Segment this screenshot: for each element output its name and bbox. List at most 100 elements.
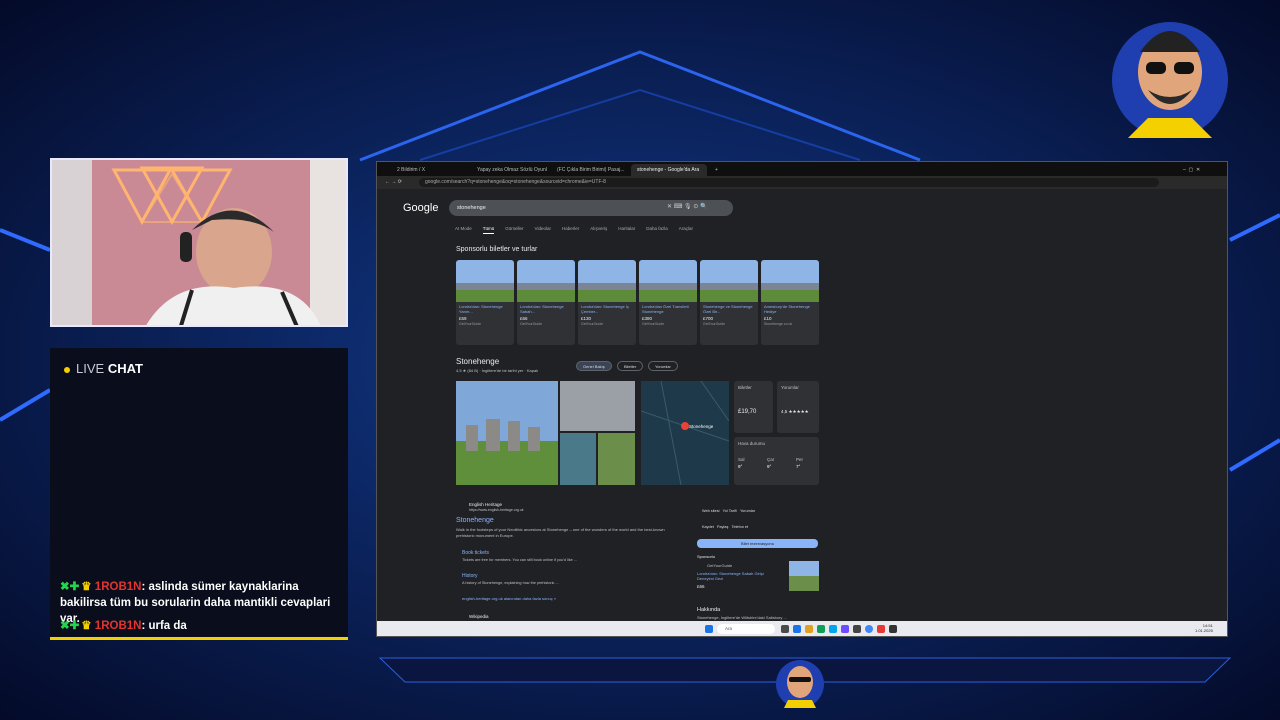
clock-date: 1.01.2025 — [1195, 628, 1213, 633]
chat-username[interactable]: 1ROB1N — [95, 620, 142, 632]
sublink-desc: Tickets are free for members. You can st… — [462, 558, 577, 562]
google-results-page: Google stonehenge ✕ ⌨ 🎙 ⊙ 🔍 AI Mode Tümü G… — [377, 189, 1227, 621]
url-field[interactable]: google.com/search?q=stonehenge&oq=stoneh… — [419, 178, 1159, 187]
browser-tab-active[interactable]: stonehenge - Google'da Ara — [631, 164, 707, 176]
chat-username[interactable]: 1ROB1N — [95, 581, 142, 593]
second-site-name: Wikipedia — [469, 614, 489, 619]
product-card[interactable]: Stonehenge ve Stonehenge Özel Bir... £700… — [700, 260, 758, 345]
kp-actions-2[interactable]: Kaydet Paylaş Telefon et — [702, 525, 748, 529]
live-label: LIVE — [76, 361, 105, 376]
chip-reviews[interactable]: Yorumlar — [648, 361, 678, 371]
reviews-label: Yorumlar — [781, 385, 799, 390]
about-text: Stonehenge, İngiltere'de Wiltshire'daki … — [697, 615, 787, 620]
sponsor-price: £66 — [697, 584, 705, 589]
product-title: Stonehenge ve Stonehenge Özel Bir... — [703, 304, 753, 314]
product-title: Amesbury'de Stonehenge Hediye — [764, 304, 810, 314]
product-image — [639, 260, 697, 302]
app-icon[interactable] — [853, 625, 861, 633]
search-tab[interactable]: Görseller — [505, 226, 523, 231]
chip-tickets[interactable]: Biletler — [617, 361, 644, 371]
window-controls[interactable]: – ▢ ✕ — [1177, 164, 1227, 176]
tickets-box[interactable]: Biletler £19,70 — [734, 381, 773, 433]
app-icon[interactable] — [805, 625, 813, 633]
nav-buttons[interactable]: ← → ⟳ — [379, 176, 419, 188]
app-icon[interactable] — [781, 625, 789, 633]
browser-tab[interactable]: (FC Çıkla Birim Birimi) Pasaj... — [551, 164, 627, 176]
shared-screen: 2 Bildirim / X Yapay zeka Olmaz Sözlü Oy… — [376, 161, 1228, 637]
action-reviews[interactable]: Yorumlar — [740, 509, 755, 513]
search-tab[interactable]: Araçlar — [679, 226, 693, 231]
action-directions[interactable]: Yol Tarifi — [723, 509, 737, 513]
weather-box[interactable]: Hava durumu Sal 9° Çar 9° Per 7° — [734, 437, 819, 485]
browser-tab[interactable]: 2 Bildirim / X — [391, 164, 467, 176]
product-seller: GetYourGuide — [581, 322, 604, 326]
sublink-desc: A history of Stonehenge, explaining how … — [462, 581, 559, 585]
badge-icon: ✖✚ — [60, 620, 80, 632]
weather-day: Per — [796, 457, 804, 462]
crown-icon: ♛ — [81, 581, 92, 593]
search-tab[interactable]: Tümü — [482, 226, 495, 234]
app-icon[interactable] — [889, 625, 897, 633]
result-title-link[interactable]: Stonehenge — [456, 517, 494, 524]
more-results-link[interactable]: english-heritage.org.uk alanından daha f… — [462, 596, 556, 601]
chat-header: LIVE CHAT — [64, 361, 143, 376]
sponsor-title-link[interactable]: Londra'dan: Stonehenge Sabah Girişi Dene… — [697, 571, 777, 581]
result-url[interactable]: https://www.english-heritage.org.uk — [469, 508, 523, 512]
reviews-box[interactable]: Yorumlar 4,5 ★★★★★ — [777, 381, 819, 433]
google-logo[interactable]: Google — [403, 202, 438, 214]
search-tools-icons[interactable]: ✕ ⌨ 🎙 ⊙ 🔍 — [667, 203, 707, 210]
product-seller: GetYourGuide — [459, 322, 482, 326]
action-website[interactable]: Web sitesi — [702, 509, 719, 513]
kp-actions[interactable]: Web sitesi Yol Tarifi Yorumlar — [702, 509, 755, 513]
photo-gallery[interactable] — [456, 381, 635, 485]
product-card[interactable]: Londra'dan Özel Transferli Stonehenge £38… — [639, 260, 697, 345]
search-tab[interactable]: Daha fazla — [646, 226, 668, 231]
kp-rating: 4,5 ★ (84 B) · İngiltere'de bir tarihi y… — [456, 368, 539, 373]
sponsor-image[interactable] — [789, 561, 819, 591]
chip-overview[interactable]: Genel Bakış — [576, 361, 612, 371]
product-seller: GetYourGuide — [703, 322, 726, 326]
map-label: Stonehenge — [689, 424, 714, 429]
search-tab[interactable]: Alışveriş — [590, 226, 607, 231]
product-card[interactable]: Amesbury'de Stonehenge Hediye £10 Stonehen… — [761, 260, 819, 345]
search-tabs: AI Mode Tümü Görseller Videolar Haberler Alış… — [455, 226, 704, 234]
action-share[interactable]: Paylaş — [717, 525, 728, 529]
result-snippet: Walk in the footsteps of your Neolithic … — [456, 527, 665, 538]
book-tickets-button[interactable]: Bilet rezervasyonu — [697, 539, 818, 548]
product-title: Londra'dan: Stonehenge Yarım... — [459, 304, 503, 314]
app-icon[interactable] — [793, 625, 801, 633]
search-tab[interactable]: AI Mode — [455, 226, 472, 231]
badge-icon: ✖✚ — [60, 581, 80, 593]
reviews-score: 4,5 ★★★★★ — [781, 409, 809, 414]
product-card[interactable]: Londra'dan: Stonehenge Yarım... £59 GetYou… — [456, 260, 514, 345]
sublink-title[interactable]: History — [462, 573, 478, 579]
webcam-image — [52, 160, 346, 325]
sublink-title[interactable]: Book tickets — [462, 550, 489, 556]
search-tab[interactable]: Haberler — [562, 226, 579, 231]
weather-day: Sal — [738, 457, 745, 462]
chrome-icon[interactable] — [865, 625, 873, 633]
start-icon[interactable] — [705, 625, 713, 633]
app-icon[interactable] — [841, 625, 849, 633]
taskbar-search[interactable]: Ara — [717, 624, 775, 634]
weather-temp: 9° — [738, 464, 743, 469]
map-thumbnail[interactable] — [641, 381, 729, 485]
search-tab[interactable]: Haritalar — [618, 226, 635, 231]
product-title: Londra'dan: Stonehenge İç Çember... — [581, 304, 629, 314]
tickets-label: Biletler — [738, 385, 752, 390]
address-bar-row: ← → ⟳ google.com/search?q=stonehenge&oq=… — [377, 176, 1227, 189]
product-card[interactable]: Londra'dan: Stonehenge İç Çember... £130 G… — [578, 260, 636, 345]
app-icon[interactable] — [877, 625, 885, 633]
app-icon[interactable] — [817, 625, 825, 633]
result-site-name: English Heritage — [469, 502, 503, 507]
windows-taskbar: Ara 14:51 1.01.2025 — [377, 621, 1227, 636]
browser-tab[interactable]: Yapay zeka Olmaz Sözlü Oyunl... — [471, 164, 547, 176]
chat-label: CHAT — [107, 361, 143, 376]
search-tab[interactable]: Videolar — [535, 226, 551, 231]
app-icon[interactable] — [829, 625, 837, 633]
action-save[interactable]: Kaydet — [702, 525, 714, 529]
product-card[interactable]: Londra'dan: Stonehenge Sabah... £66 GetYou… — [517, 260, 575, 345]
action-call[interactable]: Telefon et — [732, 525, 748, 529]
new-tab-icon[interactable]: + — [709, 164, 721, 176]
weather-temp: 7° — [796, 464, 801, 469]
